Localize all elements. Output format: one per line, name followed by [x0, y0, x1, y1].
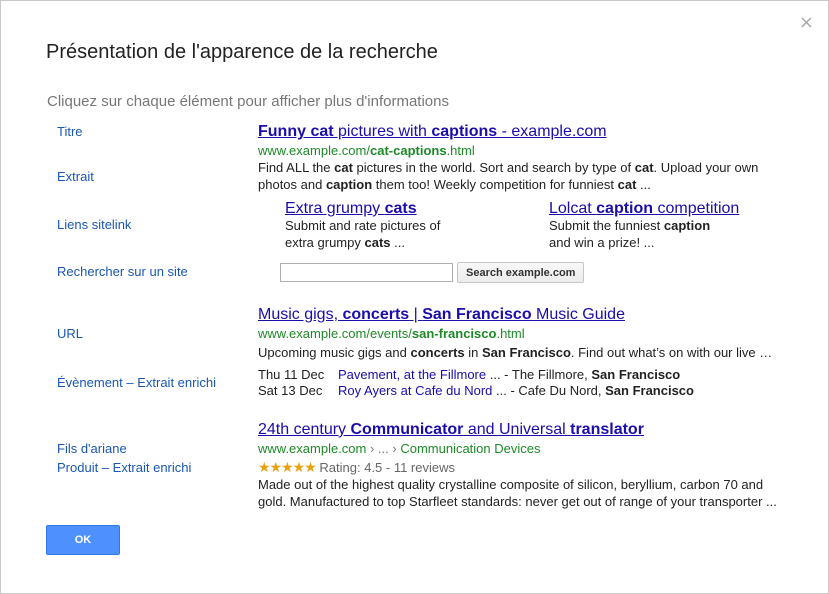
dialog-subtitle: Cliquez sur chaque élément pour afficher…	[47, 93, 449, 110]
result-1-title-part: captions	[431, 123, 498, 140]
event-link[interactable]: Pavement, at the Fillmore	[338, 367, 486, 382]
result-1-url: www.example.com/cat-captions.html	[258, 143, 475, 158]
snippet-line: photos and caption them too! Weekly comp…	[258, 177, 651, 192]
ok-button[interactable]: OK	[46, 525, 120, 555]
label-url[interactable]: URL	[57, 326, 83, 341]
snippet-line: Find ALL the cat pictures in the world. …	[258, 160, 759, 175]
result-3-title[interactable]: 24th century Communicator and Universal …	[258, 421, 644, 439]
label-titre[interactable]: Titre	[57, 124, 83, 139]
close-icon[interactable]: ×	[799, 14, 814, 32]
result-3-snippet: Made out of the highest quality crystall…	[258, 476, 798, 510]
result-2-url: www.example.com/events/san-francisco.htm…	[258, 326, 525, 341]
snippet-line: extra grumpy cats ...	[285, 235, 405, 250]
snippet-line: Submit and rate pictures of	[285, 218, 441, 233]
rating-text: Rating: 4.5 - 11 reviews	[319, 460, 455, 475]
result-1-title-part: Funny cat	[258, 123, 334, 140]
snippet-line: and win a prize! ...	[549, 235, 655, 250]
label-product[interactable]: Produit – Extrait enrichi	[57, 460, 191, 475]
result-1-title[interactable]: Funny cat pictures with captions - examp…	[258, 123, 607, 141]
sitelink-2-snippet: Submit the funniest caption and win a pr…	[549, 217, 769, 251]
site-search-input[interactable]	[280, 263, 453, 282]
label-extrait[interactable]: Extrait	[57, 169, 94, 184]
url-part: www.example.com/	[258, 143, 370, 158]
sitelink-1-snippet: Submit and rate pictures of extra grumpy…	[285, 217, 485, 251]
sitelink-1-title[interactable]: Extra grumpy cats	[285, 200, 417, 218]
result-1-title-part: - example.com	[497, 123, 607, 140]
event-date: Thu 11 Dec	[258, 367, 325, 382]
result-3-breadcrumb: www.example.com › ... › Communication De…	[258, 441, 541, 456]
label-sitelinks[interactable]: Liens sitelink	[57, 217, 131, 232]
result-2-title[interactable]: Music gigs, concerts | San Francisco Mus…	[258, 306, 625, 324]
result-1-title-part: pictures with	[333, 123, 432, 140]
label-site-search[interactable]: Rechercher sur un site	[57, 264, 188, 279]
url-part: cat-captions	[369, 143, 447, 158]
label-breadcrumbs[interactable]: Fils d'ariane	[57, 441, 127, 456]
event-date: Sat 13 Dec	[258, 383, 323, 398]
result-2-snippet: Upcoming music gigs and concerts in San …	[258, 345, 773, 360]
label-event[interactable]: Évènement – Extrait enrichi	[57, 375, 216, 390]
snippet-line: Submit the funniest caption	[549, 218, 711, 233]
sitelink-2-title[interactable]: Lolcat caption competition	[549, 200, 739, 218]
star-rating-icon: ★★★★★	[258, 459, 317, 475]
site-search-button[interactable]: Search example.com	[457, 262, 585, 283]
event-row: Thu 11 Dec Pavement, at the Fillmore ... …	[258, 367, 681, 382]
search-appearance-dialog: × Présentation de l'apparence de la rech…	[0, 0, 829, 594]
snippet-line: Made out of the highest quality crystall…	[258, 477, 764, 492]
url-part: .html	[446, 143, 475, 158]
result-3-rating: ★★★★★ Rating: 4.5 - 11 reviews	[258, 459, 455, 476]
event-link[interactable]: Roy Ayers at Cafe du Nord	[338, 383, 492, 398]
event-row: Sat 13 Dec Roy Ayers at Cafe du Nord ... …	[258, 383, 694, 398]
dialog-title: Présentation de l'apparence de la recher…	[46, 41, 438, 63]
snippet-line: gold. Manufactured to top Starfleet stan…	[258, 494, 777, 509]
result-1-snippet: Find ALL the cat pictures in the world. …	[258, 159, 788, 193]
